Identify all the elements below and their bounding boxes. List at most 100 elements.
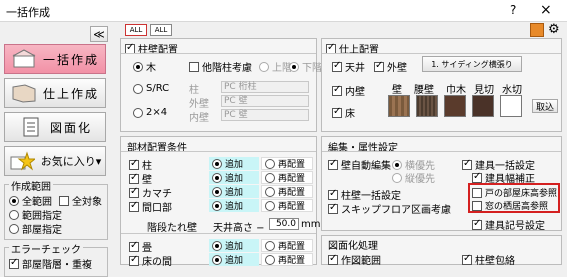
door-floor-height-toggle[interactable]: 戸の部屋床高参照 xyxy=(472,186,557,199)
replace-option[interactable]: 再配置 xyxy=(261,239,313,252)
checkbox[interactable] xyxy=(326,42,336,54)
drip-swatch[interactable] xyxy=(500,95,522,117)
trim-swatch[interactable] xyxy=(472,95,494,117)
replace-option[interactable]: 再配置 xyxy=(261,253,313,266)
ceiling-toggle[interactable]: 天井 xyxy=(332,59,365,74)
radio[interactable] xyxy=(133,61,143,72)
checkbox[interactable] xyxy=(472,171,482,183)
uncheck-all-button[interactable]: ALL xyxy=(150,24,172,36)
radio[interactable] xyxy=(212,186,222,197)
2x4-option[interactable]: 2×4 xyxy=(133,107,167,118)
checkbox[interactable] xyxy=(472,200,482,211)
floor-toggle[interactable]: 床 xyxy=(332,105,355,120)
radio[interactable] xyxy=(133,83,143,94)
radio[interactable] xyxy=(265,254,275,265)
add-option[interactable]: 追加 xyxy=(209,157,259,170)
part-toggle[interactable]: カマチ xyxy=(129,185,172,200)
checkbox[interactable] xyxy=(129,158,139,170)
radio[interactable] xyxy=(265,172,275,183)
radio[interactable] xyxy=(212,172,222,183)
replace-option[interactable]: 再配置 xyxy=(261,199,313,212)
other-floor-toggle[interactable]: 他階柱考慮 xyxy=(189,59,252,74)
range-room[interactable]: 部屋指定 xyxy=(9,221,62,236)
checkbox[interactable] xyxy=(328,188,338,200)
radio[interactable] xyxy=(133,107,143,118)
part-toggle[interactable]: 間口部 xyxy=(129,199,172,214)
range-all[interactable]: 全範囲 xyxy=(9,193,52,208)
radio[interactable] xyxy=(392,159,402,170)
part-toggle[interactable]: 壁 xyxy=(129,171,152,186)
import-button[interactable]: 取込 xyxy=(532,99,558,113)
checkbox[interactable] xyxy=(129,172,139,184)
close-button[interactable]: × xyxy=(540,2,552,18)
checkbox[interactable] xyxy=(328,202,338,214)
radio[interactable] xyxy=(265,158,275,169)
checkbox[interactable] xyxy=(472,187,482,198)
wall-swatch[interactable] xyxy=(388,95,410,117)
part-toggle[interactable]: 床の間 xyxy=(129,253,172,268)
checkbox[interactable] xyxy=(328,158,338,170)
replace-option[interactable]: 再配置 xyxy=(261,157,313,170)
help-button[interactable]: ? xyxy=(510,3,516,17)
column-wall-bulk-toggle[interactable]: 柱壁一括設定 xyxy=(328,187,401,202)
window-sill-height-toggle[interactable]: 窓の栖居高参照 xyxy=(472,199,548,212)
check-all-button[interactable]: ALL xyxy=(125,24,147,36)
export-icon[interactable] xyxy=(530,23,544,37)
add-option[interactable]: 追加 xyxy=(209,239,259,252)
radio[interactable] xyxy=(212,254,222,265)
radio[interactable] xyxy=(289,61,299,72)
column-type-field[interactable]: PC 桁柱 xyxy=(221,81,309,93)
radio[interactable] xyxy=(212,158,222,169)
add-option[interactable]: 追加 xyxy=(209,171,259,184)
baseboard-swatch[interactable] xyxy=(444,95,466,117)
part-toggle[interactable]: 畳 xyxy=(129,239,152,254)
checkbox[interactable] xyxy=(189,61,199,72)
radio[interactable] xyxy=(212,200,222,211)
add-option[interactable]: 追加 xyxy=(209,253,259,266)
outer-wall-material-button[interactable]: 1. サイディング横張り xyxy=(422,56,522,72)
error-room-overlap[interactable]: 部屋階層・重複 xyxy=(9,256,92,271)
favorites-button[interactable]: お気に入り▾ xyxy=(4,146,106,176)
checkbox[interactable] xyxy=(129,186,139,198)
checkbox[interactable] xyxy=(472,218,482,230)
outer-wall-toggle[interactable]: 外壁 xyxy=(374,59,407,74)
radio[interactable] xyxy=(265,186,275,197)
checkbox[interactable] xyxy=(125,42,135,54)
checkbox[interactable] xyxy=(462,158,472,170)
checkbox[interactable] xyxy=(332,106,342,118)
src-option[interactable]: S/RC xyxy=(133,83,169,94)
checkbox[interactable] xyxy=(9,257,19,269)
checkbox[interactable] xyxy=(129,254,139,266)
checkbox[interactable] xyxy=(328,253,338,265)
radio[interactable] xyxy=(265,200,275,211)
upper-option[interactable]: 上階 xyxy=(259,59,292,74)
radio[interactable] xyxy=(9,195,19,206)
lower-option[interactable]: 下階 xyxy=(289,59,322,74)
add-option[interactable]: 追加 xyxy=(209,199,259,212)
range-select[interactable]: 範囲指定 xyxy=(9,207,62,222)
outer-wall-type-field[interactable]: PC 壁 xyxy=(221,95,309,107)
radio[interactable] xyxy=(9,223,19,234)
checkbox[interactable] xyxy=(332,60,342,72)
fitting-symbol-toggle[interactable]: 建具記号設定 xyxy=(472,217,545,232)
collapse-button[interactable]: ≪ xyxy=(90,26,108,42)
checkbox[interactable] xyxy=(129,240,139,252)
skip-floor-toggle[interactable]: スキップフロア区画考慮 xyxy=(328,201,451,216)
checkbox[interactable] xyxy=(374,60,384,72)
radio[interactable] xyxy=(9,209,19,220)
target-all[interactable]: 全対象 xyxy=(59,193,102,208)
radio[interactable] xyxy=(265,240,275,251)
inner-wall-type-field[interactable]: PC 壁 xyxy=(221,109,309,121)
replace-option[interactable]: 再配置 xyxy=(261,171,313,184)
checkbox[interactable] xyxy=(59,195,69,206)
offset-input[interactable]: 50.0 xyxy=(269,218,299,230)
wall-auto-edit-toggle[interactable]: 壁自動編集 xyxy=(328,157,391,172)
part-toggle[interactable]: 柱 xyxy=(129,157,152,172)
gear-icon[interactable]: ⚙ xyxy=(548,22,560,37)
inner-wall-toggle[interactable]: 内壁 xyxy=(332,83,365,98)
waist-wall-swatch[interactable] xyxy=(416,95,438,117)
radio[interactable] xyxy=(212,240,222,251)
wood-option[interactable]: 木 xyxy=(133,59,156,74)
radio[interactable] xyxy=(392,172,402,183)
finish-create-button[interactable]: 仕上作成 xyxy=(4,78,106,108)
